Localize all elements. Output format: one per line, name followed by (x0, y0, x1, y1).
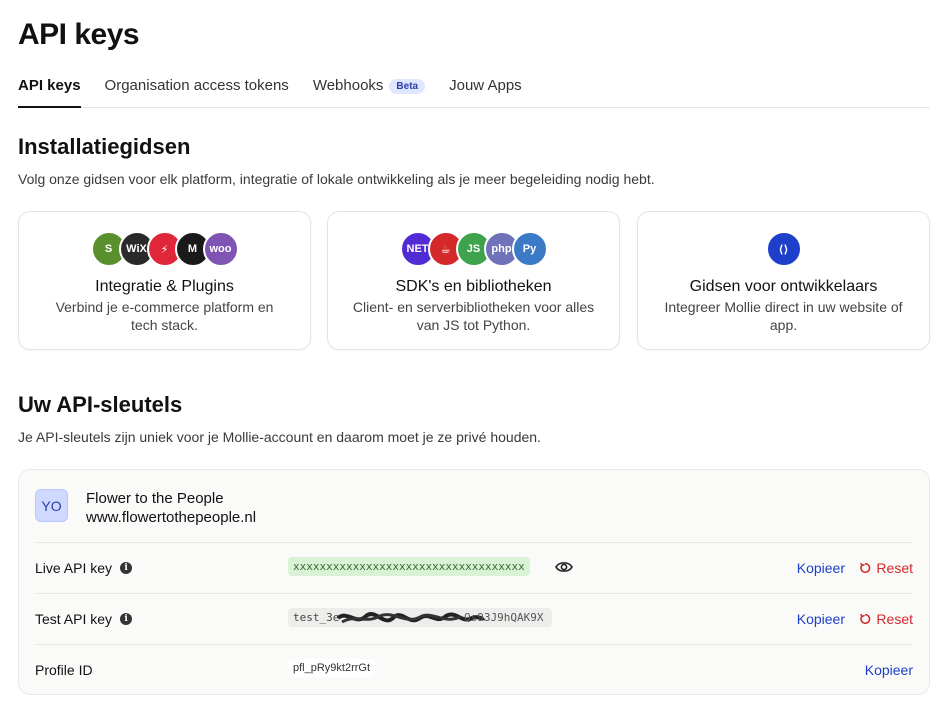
install-guides-desc: Volg onze gidsen voor elk platform, inte… (18, 171, 655, 187)
page-title: API keys (18, 18, 140, 51)
reset-icon (860, 562, 871, 574)
info-icon[interactable]: i (120, 562, 133, 574)
profile-id-row: Profile ID pfl_pRy9kt2rrGt Kopieer (35, 644, 913, 695)
card-developer-guides[interactable]: ⟨⟩ Gidsen voor ontwikkelaars Integreer M… (637, 211, 930, 350)
reset-test-key-button[interactable]: Reset (859, 611, 913, 627)
card-desc: Integreer Mollie direct in uw website of… (664, 299, 903, 333)
copy-live-key-button[interactable]: Kopieer (797, 560, 845, 576)
live-api-key-label: Live API key i (35, 560, 133, 576)
test-api-key-label: Test API key i (35, 611, 133, 627)
test-key-suffix: Qs93J9hQAK9X (464, 611, 544, 624)
reset-icon (860, 613, 871, 625)
eye-icon[interactable] (555, 559, 573, 575)
reset-label: Reset (876, 560, 913, 576)
install-guides-title: Installatiegidsen (18, 134, 191, 159)
test-key-prefix: test_3e (293, 611, 340, 624)
row-label-text: Profile ID (35, 662, 93, 678)
sdk-logos: NET ☕ JS php Py (328, 231, 619, 267)
card-title: SDK's en bibliotheken (395, 278, 552, 295)
beta-badge: Beta (389, 79, 426, 94)
live-api-key-value[interactable]: xxxxxxxxxxxxxxxxxxxxxxxxxxxxxxxxxxx (288, 557, 530, 576)
reset-live-key-button[interactable]: Reset (859, 560, 913, 576)
tab-api-keys[interactable]: API keys (18, 70, 81, 108)
profile-id-label: Profile ID (35, 662, 93, 678)
profile-id-value[interactable]: pfl_pRy9kt2rrGt (288, 659, 376, 677)
tab-webhooks[interactable]: Webhooks Beta (312, 70, 426, 108)
card-title: Integratie & Plugins (95, 278, 234, 295)
code-icon: ⟨⟩ (765, 231, 802, 267)
test-api-key-row: Test API key i test_3e Qs93J9hQAK9X Kopi… (35, 593, 913, 644)
avatar: YO (35, 489, 68, 522)
tab-jouw-apps[interactable]: Jouw Apps (449, 70, 522, 108)
tab-webhooks-label: Webhooks (312, 77, 384, 94)
live-api-key-row: Live API key i xxxxxxxxxxxxxxxxxxxxxxxxx… (35, 542, 913, 593)
profile-url: www.flowertothepeople.nl (86, 509, 257, 526)
row-label-text: Test API key (35, 611, 113, 627)
integration-logos: S WiX ⚡ M woo (19, 231, 310, 267)
info-icon[interactable]: i (120, 613, 133, 625)
api-keys-panel: YO Flower to the People www.flowertothep… (18, 469, 930, 695)
python-icon: Py (511, 231, 548, 267)
copy-profile-id-button[interactable]: Kopieer (865, 662, 913, 678)
row-label-text: Live API key (35, 560, 113, 576)
copy-test-key-button[interactable]: Kopieer (797, 611, 845, 627)
reset-label: Reset (876, 611, 913, 627)
card-desc: Client- en serverbibliotheken voor alles… (352, 299, 595, 333)
card-title: Gidsen voor ontwikkelaars (689, 278, 878, 295)
tab-organisation-access-tokens[interactable]: Organisation access tokens (105, 70, 289, 108)
tab-bar: API keys Organisation access tokens Webh… (18, 70, 930, 108)
api-keys-title: Uw API-sleutels (18, 392, 183, 417)
card-integrations-plugins[interactable]: S WiX ⚡ M woo Integratie & Plugins Verbi… (18, 211, 311, 350)
card-sdks-libraries[interactable]: NET ☕ JS php Py SDK's en bibliotheken Cl… (327, 211, 620, 350)
woocommerce-icon: woo (202, 231, 239, 267)
test-api-key-value[interactable]: test_3e Qs93J9hQAK9X (288, 608, 552, 627)
api-keys-desc: Je API-sleutels zijn uniek voor je Molli… (18, 429, 541, 445)
profile-header: YO Flower to the People www.flowertothep… (35, 489, 256, 527)
profile-name: Flower to the People (86, 490, 224, 507)
developer-logos: ⟨⟩ (638, 231, 929, 267)
card-desc: Verbind je e-commerce platform en tech s… (55, 299, 274, 333)
